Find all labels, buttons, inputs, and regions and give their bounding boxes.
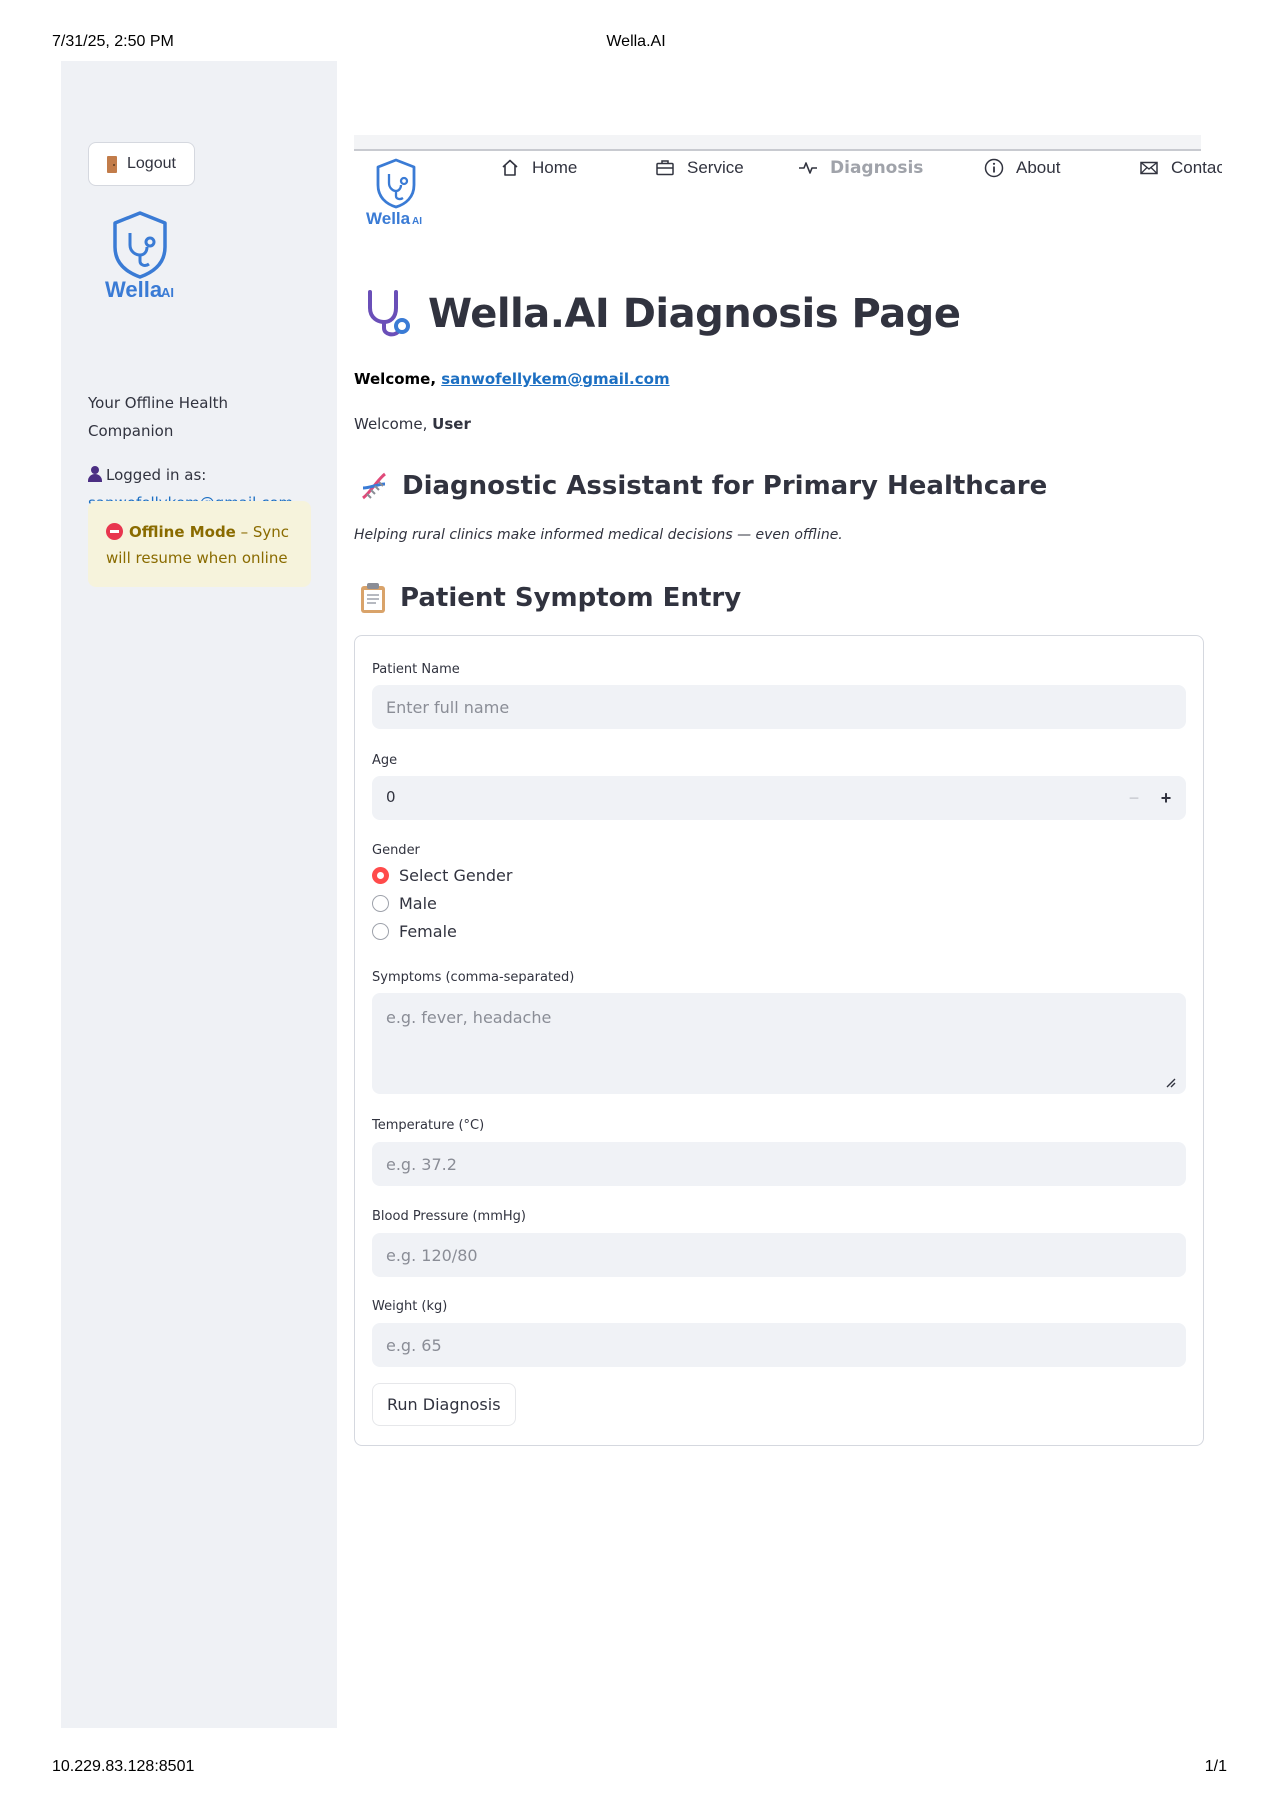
door-icon (107, 155, 117, 173)
nav-label-about: About (1016, 158, 1061, 177)
weight-label: Weight (kg) (372, 1299, 448, 1314)
logout-label: Logout (127, 155, 176, 172)
blood-pressure-label: Blood Pressure (mmHg) (372, 1209, 526, 1224)
nav-item-service[interactable]: Service (655, 158, 744, 178)
nav-logo[interactable]: Wella AI (364, 157, 434, 228)
nav-item-contact[interactable]: Contact (1139, 158, 1222, 178)
sidebar: Logout Wella AI Your Offline Health Comp… (61, 61, 337, 1728)
nav-item-about[interactable]: About (984, 158, 1060, 178)
gender-option-male[interactable]: Male (372, 894, 437, 913)
sidebar-logo-text: Wella (105, 277, 163, 299)
nav-item-home[interactable]: Home (500, 158, 577, 178)
temperature-input[interactable] (372, 1142, 1186, 1186)
user-icon (88, 466, 102, 482)
entry-heading-row: Patient Symptom Entry (358, 582, 741, 614)
diagnostic-heading: Diagnostic Assistant for Primary Healthc… (402, 471, 1048, 501)
patient-name-input[interactable] (372, 685, 1186, 729)
house-icon (502, 159, 518, 176)
sidebar-logo: Wella AI (97, 209, 183, 302)
temperature-label: Temperature (°C) (372, 1118, 485, 1133)
briefcase-icon (656, 160, 674, 176)
welcome-user-name: User (432, 415, 471, 433)
offline-mode-notice: Offline Mode – Sync will resume when onl… (88, 501, 311, 587)
welcome-email-line: Welcome, sanwofellykem@gmail.com (354, 370, 670, 388)
age-number-input[interactable]: 0 − + (372, 776, 1186, 820)
welcome-user-line: Welcome, User (354, 415, 471, 433)
diagnostic-heading-row: Diagnostic Assistant for Primary Healthc… (358, 470, 1047, 502)
print-url: 10.229.83.128:8501 (52, 1758, 195, 1775)
pulse-icon (799, 162, 817, 174)
patient-name-label: Patient Name (372, 662, 460, 677)
nav-logo-text: Wella (366, 209, 411, 227)
page-title: Wella.AI Diagnosis Page (428, 291, 961, 337)
entry-heading: Patient Symptom Entry (400, 583, 742, 613)
gender-option-female[interactable]: Female (372, 922, 457, 941)
envelope-icon (1140, 161, 1158, 175)
symptoms-label: Symptoms (comma-separated) (372, 970, 575, 985)
nav-item-diagnosis[interactable]: Diagnosis (798, 158, 923, 178)
print-page-number: 1/1 (1204, 1758, 1227, 1775)
age-increment-button[interactable]: + (1152, 784, 1180, 812)
gender-option-label: Select Gender (399, 866, 513, 885)
print-title: Wella.AI (606, 33, 666, 50)
offline-mode-bold: Offline Mode (129, 523, 236, 541)
symptoms-textarea[interactable] (372, 993, 1186, 1094)
dna-icon (362, 472, 386, 500)
patient-symptom-form: Patient Name Age 0 − + Gender Select Gen… (354, 635, 1204, 1446)
nav-logo-suffix: AI (412, 216, 422, 227)
nav-label-diagnosis: Diagnosis (830, 158, 924, 178)
gender-label: Gender (372, 843, 420, 858)
symptoms-wrapper (372, 993, 1186, 1094)
radio-unselected-icon (372, 923, 389, 940)
sidebar-logo-suffix: AI (161, 285, 174, 299)
blood-pressure-input[interactable] (372, 1233, 1186, 1277)
info-icon (984, 158, 1004, 178)
nav-label-home: Home (532, 158, 578, 177)
clipboard-icon (361, 583, 385, 613)
gender-option-select[interactable]: Select Gender (372, 866, 512, 885)
radio-selected-icon (372, 867, 389, 884)
radio-unselected-icon (372, 895, 389, 912)
diagnostic-subtext: Helping rural clinics make informed medi… (354, 527, 843, 543)
run-diagnosis-button[interactable]: Run Diagnosis (372, 1383, 516, 1426)
nav-label-service: Service (687, 158, 744, 177)
welcome2-prefix: Welcome, (354, 415, 433, 433)
nav-label-contact: Contact (1171, 158, 1222, 177)
stethoscope-icon (368, 290, 410, 337)
age-label: Age (372, 753, 398, 768)
weight-input[interactable] (372, 1323, 1186, 1367)
no-entry-icon (106, 523, 123, 540)
age-value: 0 (386, 788, 396, 806)
welcome-prefix: Welcome, (354, 370, 442, 388)
page-title-row: Wella.AI Diagnosis Page (362, 288, 961, 340)
gender-option-label: Male (399, 894, 437, 913)
nav-overflow-clip: Contact (1100, 150, 1222, 190)
logged-in-label: Logged in as: (106, 466, 207, 484)
welcome-email-link[interactable]: sanwofellykem@gmail.com (441, 370, 669, 388)
sidebar-tagline: Your Offline Health Companion (88, 394, 229, 440)
gender-option-label: Female (399, 922, 457, 941)
top-bar-divider (354, 135, 1201, 151)
resize-grip-icon[interactable] (1164, 1076, 1176, 1088)
logout-button[interactable]: Logout (88, 142, 195, 186)
age-decrement-button[interactable]: − (1120, 784, 1148, 812)
